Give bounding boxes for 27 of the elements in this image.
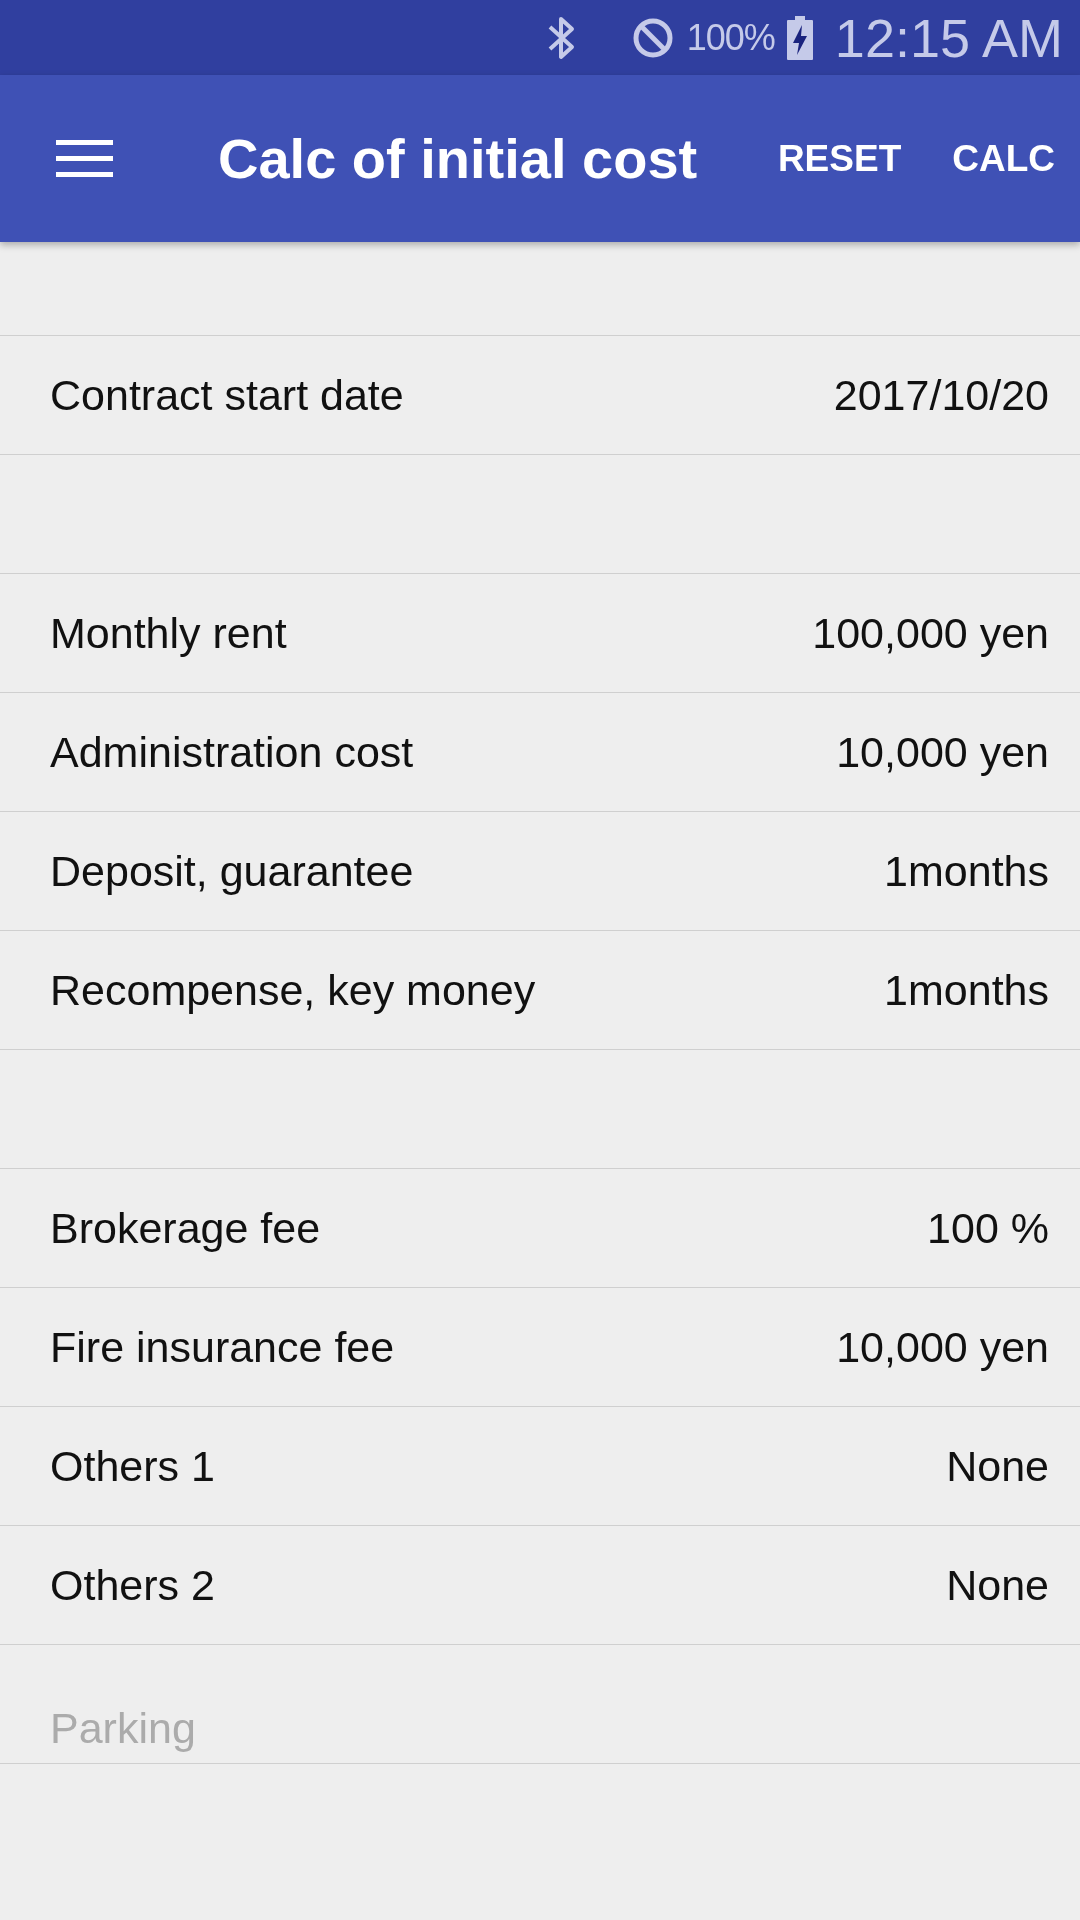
- setting-label[interactable]: Administration cost: [50, 727, 414, 777]
- setting-label[interactable]: Fire insurance fee: [50, 1322, 395, 1372]
- setting-value: 10,000 yen: [836, 1322, 1049, 1372]
- setting-value: 100,000 yen: [812, 608, 1049, 658]
- bluetooth-icon: [546, 14, 575, 61]
- screen-title: Calc of initial cost: [218, 126, 698, 191]
- setting-value: None: [946, 1560, 1049, 1610]
- setting-value: 1months: [884, 846, 1049, 896]
- toolbar-action[interactable]: CALC: [940, 125, 1067, 192]
- setting-value: 2017/10/20: [833, 370, 1049, 420]
- battery-percent: 100%: [686, 16, 775, 59]
- menu-icon: [56, 140, 113, 177]
- setting-value: 10,000 yen: [836, 727, 1049, 777]
- setting-label[interactable]: Contract start date: [50, 370, 404, 420]
- setting-label[interactable]: Deposit, guarantee: [50, 846, 414, 896]
- clock-time: 12:15 AM: [834, 6, 1063, 69]
- battery-charging-icon: [786, 15, 813, 60]
- setting-label[interactable]: Recompense, key money: [50, 965, 536, 1015]
- setting-value: 1months: [884, 965, 1049, 1015]
- setting-value: 100 %: [927, 1203, 1049, 1253]
- setting-value: None: [946, 1441, 1049, 1491]
- prohibited-icon: [632, 17, 673, 58]
- setting-label[interactable]: Brokerage fee: [50, 1203, 321, 1253]
- setting-label[interactable]: Others 2: [50, 1560, 215, 1610]
- setting-label[interactable]: Monthly rent: [50, 608, 287, 658]
- setting-label[interactable]: Others 1: [50, 1441, 215, 1491]
- toolbar-action[interactable]: RESET: [765, 125, 914, 192]
